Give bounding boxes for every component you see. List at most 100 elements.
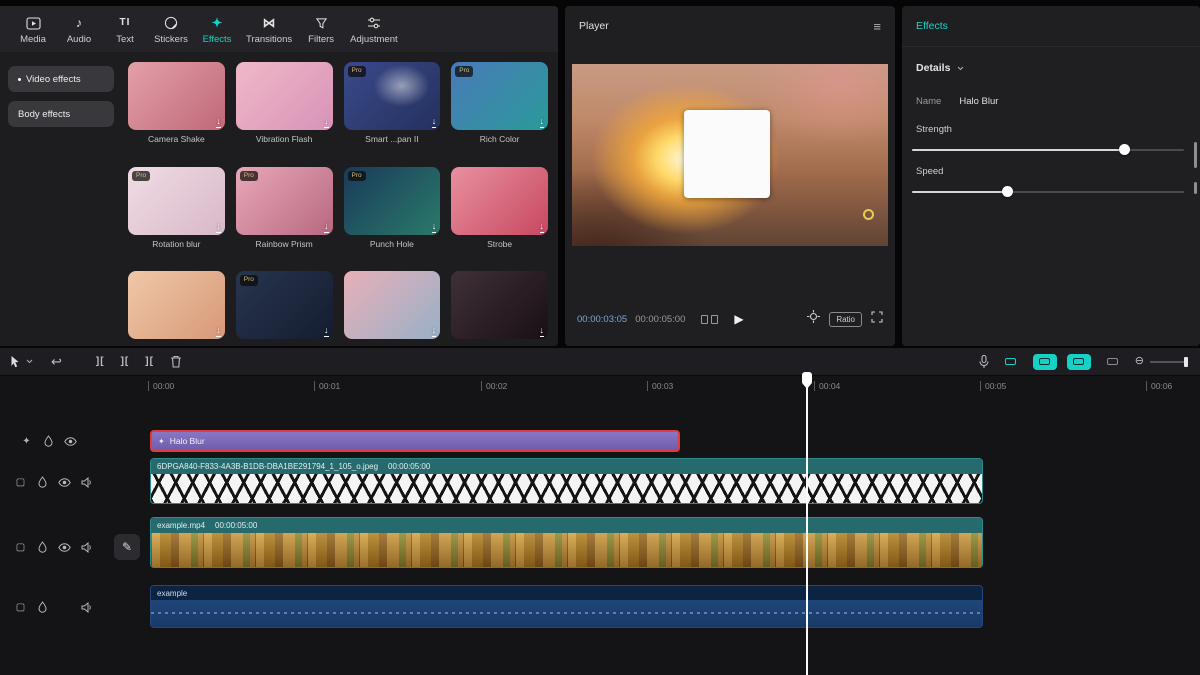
- download-icon[interactable]: ↓: [540, 117, 545, 128]
- download-icon[interactable]: ↓: [324, 117, 329, 128]
- download-icon[interactable]: ↓: [432, 222, 437, 233]
- playhead-line: [806, 384, 808, 675]
- effect-card[interactable]: ↓: [344, 271, 441, 346]
- sidebar-item-body-effects[interactable]: Body effects: [8, 101, 114, 127]
- video-clip-duration: 00:00:05:00: [215, 521, 257, 530]
- download-icon[interactable]: ↓: [216, 326, 221, 337]
- ruler-label: 00:02: [481, 381, 507, 391]
- timeline-option-button-4[interactable]: [1101, 354, 1125, 370]
- tab-audio[interactable]: ♪ Audio: [56, 10, 102, 50]
- video-clip[interactable]: example.mp4 00:00:05:00: [150, 517, 983, 568]
- effect-card-rich-color[interactable]: Pro ↓ Rich Color: [451, 62, 548, 155]
- mute-track-icon[interactable]: [80, 602, 93, 613]
- panel-scrollbar[interactable]: [1194, 182, 1197, 194]
- mute-track-icon[interactable]: [80, 542, 93, 553]
- sidebar-item-video-effects[interactable]: Video effects: [8, 66, 114, 92]
- image-clip[interactable]: 6DPGA840-F833-4A3B-B1DB-DBA1BE291794_1_1…: [150, 458, 983, 504]
- effect-card-camera-shake[interactable]: ↓ Camera Shake: [128, 62, 225, 155]
- timeline-ruler[interactable]: 00:00 00:01 00:02 00:03 00:04 00:05 00:0…: [0, 376, 1200, 398]
- download-icon[interactable]: ↓: [324, 222, 329, 233]
- download-icon[interactable]: ↓: [216, 117, 221, 128]
- tab-label: Text: [116, 34, 133, 45]
- tab-transitions[interactable]: ⋈ Transitions: [240, 10, 298, 50]
- effect-card[interactable]: Pro ↓: [236, 271, 333, 346]
- effects-grid: ↓ Camera Shake ↓ Vibration Flash Pro ↓ S…: [122, 54, 558, 346]
- cursor-dropdown-icon[interactable]: [26, 359, 33, 364]
- timeline-option-button-2[interactable]: [1033, 354, 1057, 370]
- effect-card-punch-hole[interactable]: Pro ↓ Punch Hole: [344, 167, 441, 260]
- fullscreen-icon[interactable]: [871, 310, 883, 328]
- timeline-option-button-1[interactable]: [999, 354, 1023, 370]
- toggle-visibility-icon[interactable]: [58, 478, 71, 487]
- tab-label: Stickers: [154, 34, 188, 45]
- tab-filters[interactable]: Filters: [298, 10, 344, 50]
- player-menu-icon[interactable]: ≡: [873, 19, 881, 34]
- delete-icon[interactable]: [170, 355, 182, 368]
- audio-clip[interactable]: example: [150, 585, 983, 628]
- play-icon[interactable]: ▶: [734, 312, 743, 326]
- download-icon[interactable]: ↓: [432, 326, 437, 337]
- strength-slider[interactable]: [912, 144, 1184, 156]
- strength-label: Strength: [916, 124, 952, 135]
- ratio-button[interactable]: Ratio: [829, 312, 862, 327]
- select-cursor-icon[interactable]: [10, 355, 20, 368]
- download-icon[interactable]: ↓: [540, 326, 545, 337]
- lock-track-icon[interactable]: [36, 476, 49, 488]
- lock-track-icon[interactable]: [36, 601, 49, 613]
- details-label: Details: [916, 62, 950, 74]
- playhead[interactable]: [801, 372, 813, 675]
- effect-card[interactable]: ↓: [451, 271, 548, 346]
- toggle-visibility-icon[interactable]: [64, 437, 77, 446]
- download-icon[interactable]: ↓: [324, 326, 329, 337]
- panel-scrollbar[interactable]: [1194, 142, 1197, 168]
- record-voiceover-icon[interactable]: [979, 355, 989, 369]
- tab-effects[interactable]: ✦ Effects: [194, 10, 240, 50]
- edit-track-button[interactable]: ✎: [114, 534, 140, 560]
- mute-track-icon[interactable]: [80, 477, 93, 488]
- download-icon[interactable]: ↓: [540, 222, 545, 233]
- effect-card[interactable]: ↓: [128, 271, 225, 346]
- step-back-icon[interactable]: [701, 315, 708, 324]
- slider-knob[interactable]: [1119, 144, 1130, 155]
- download-icon[interactable]: ↓: [216, 222, 221, 233]
- name-value: Halo Blur: [959, 96, 998, 107]
- effect-name: Rainbow Prism: [236, 239, 333, 250]
- zoom-slider-handle[interactable]: [1184, 357, 1188, 367]
- step-forward-icon[interactable]: [711, 315, 718, 324]
- tab-text[interactable]: TI Text: [102, 10, 148, 50]
- effect-thumbnail: Pro ↓: [344, 62, 441, 130]
- zoom-slider[interactable]: [1150, 361, 1186, 363]
- effect-card-rainbow-prism[interactable]: Pro ↓ Rainbow Prism: [236, 167, 333, 260]
- effect-card-rotation-blur[interactable]: Pro ↓ Rotation blur: [128, 167, 225, 260]
- details-section-header[interactable]: Details: [916, 62, 964, 74]
- ruler-label: 00:00: [148, 381, 174, 391]
- effects-category-list: Video effects Body effects: [8, 66, 114, 127]
- fit-view-icon[interactable]: [807, 310, 820, 328]
- effect-name: Rich Color: [451, 134, 548, 145]
- download-icon[interactable]: ↓: [432, 117, 437, 128]
- effect-card-smart-pan[interactable]: Pro ↓ Smart ...pan II: [344, 62, 441, 155]
- toggle-visibility-icon[interactable]: [58, 543, 71, 552]
- effect-card-vibration-flash[interactable]: ↓ Vibration Flash: [236, 62, 333, 155]
- slider-knob[interactable]: [1002, 186, 1013, 197]
- speed-label: Speed: [916, 166, 943, 177]
- lock-track-icon[interactable]: [42, 435, 55, 447]
- image-clip-header: 6DPGA840-F833-4A3B-B1DB-DBA1BE291794_1_1…: [151, 459, 982, 474]
- tab-media[interactable]: Media: [10, 10, 56, 50]
- tab-adjustment[interactable]: Adjustment: [344, 10, 404, 50]
- effect-clip-halo-blur[interactable]: ✦ Halo Blur: [150, 430, 680, 452]
- zoom-out-icon[interactable]: ⊖: [1135, 356, 1144, 367]
- undo-icon[interactable]: ↩: [51, 355, 62, 368]
- split-left-icon[interactable]: ][: [96, 357, 105, 367]
- effect-card-strobe[interactable]: ↓ Strobe: [451, 167, 548, 260]
- video-preview[interactable]: [572, 64, 888, 246]
- player-header: Player ≡: [565, 6, 895, 46]
- tab-label: Effects: [203, 34, 232, 45]
- speed-slider[interactable]: [912, 186, 1184, 198]
- tab-stickers[interactable]: Stickers: [148, 10, 194, 50]
- pro-badge: Pro: [240, 275, 258, 286]
- lock-track-icon[interactable]: [36, 541, 49, 553]
- timeline-option-button-3[interactable]: [1067, 354, 1091, 370]
- split-icon[interactable]: ][: [121, 357, 130, 367]
- split-right-icon[interactable]: ][: [145, 357, 154, 367]
